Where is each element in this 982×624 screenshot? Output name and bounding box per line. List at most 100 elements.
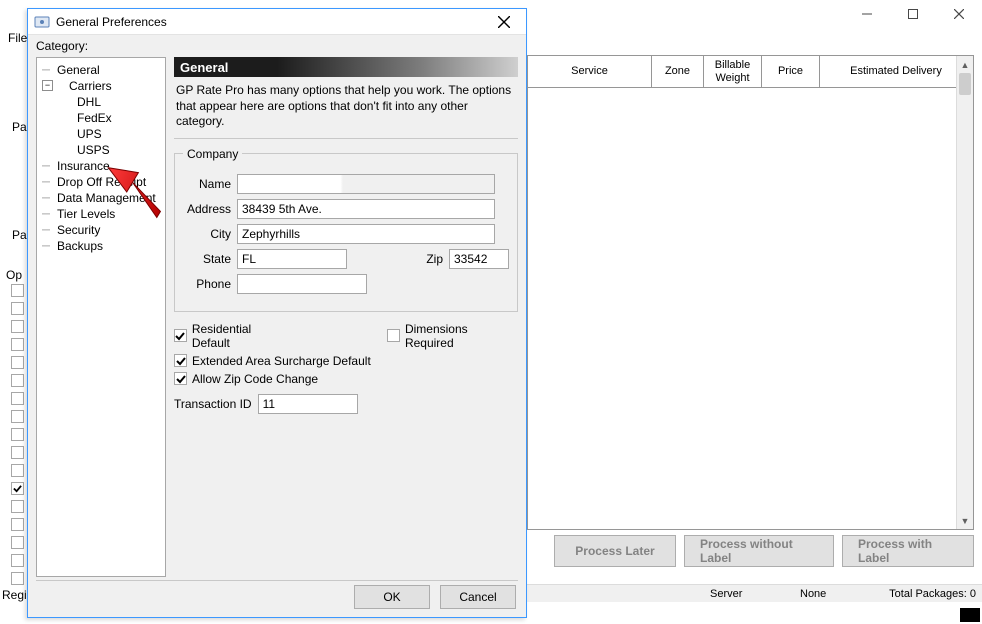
tree-item-security[interactable]: ····Security [39,222,163,238]
checkbox-allow-zip[interactable] [174,372,187,385]
tree-item-fedex[interactable]: FedEx [39,110,163,126]
truncated-label-regi: Regi [2,588,27,602]
option-checkbox-3[interactable] [11,338,24,351]
minimize-button[interactable] [844,0,890,28]
main-close-button[interactable] [936,0,982,28]
status-server-value: None [800,588,826,600]
tree-item-tier-levels[interactable]: ····Tier Levels [39,206,163,222]
footer-black-block [960,608,980,622]
option-checkbox-5[interactable] [11,374,24,387]
th-service[interactable]: Service [528,56,652,88]
phone-label: Phone [183,277,231,291]
tree-item-general[interactable]: ····General [39,62,163,78]
process-with-label-button[interactable]: Process with Label [842,535,974,567]
label-extended-area: Extended Area Surcharge Default [192,354,371,368]
dialog-bottom-separator [36,580,518,581]
category-tree: ····General − Carriers DHL FedEx UPS USP… [36,57,166,577]
option-checkbox-6[interactable] [11,392,24,405]
company-fieldset: Company Name Address City State Zip Phon… [174,147,518,312]
option-checkbox-0[interactable] [11,284,24,297]
zip-field[interactable] [449,249,509,269]
option-checkbox-10[interactable] [11,464,24,477]
label-dimensions-required: Dimensions Required [405,322,518,350]
option-checkbox-16[interactable] [11,572,24,585]
tree-item-carriers[interactable]: − Carriers [39,78,163,94]
window-controls [844,0,982,28]
ok-button[interactable]: OK [354,585,430,609]
dialog-close-button[interactable] [488,11,520,33]
scroll-thumb[interactable] [959,73,971,95]
transaction-id-row: Transaction ID [174,394,518,414]
tree-item-backups[interactable]: ····Backups [39,238,163,254]
table-scrollbar[interactable]: ▲ ▼ [956,56,973,529]
process-without-label-button[interactable]: Process without Label [684,535,834,567]
tree-item-insurance[interactable]: ····Insurance [39,158,163,174]
tree-item-dhl[interactable]: DHL [39,94,163,110]
checkbox-residential-default[interactable] [174,329,187,342]
action-button-row: Process Later Process without Label Proc… [555,535,974,569]
truncated-label-pa-2: Pa [12,228,27,242]
th-zone[interactable]: Zone [652,56,704,88]
th-estimated-delivery[interactable]: Estimated Delivery [820,56,973,88]
status-total-packages-label: Total Packages: [889,588,967,600]
category-label: Category: [36,39,518,53]
dialog-titlebar: General Preferences [28,9,526,35]
options-checkbox-column [11,284,24,585]
status-total-packages-value: 0 [970,588,976,600]
company-legend: Company [183,147,242,161]
address-label: Address [183,202,231,216]
th-price[interactable]: Price [762,56,820,88]
cancel-button[interactable]: Cancel [440,585,516,609]
section-description: GP Rate Pro has many options that help y… [176,83,516,130]
transaction-id-label: Transaction ID [174,397,252,411]
tree-item-data-management[interactable]: ····Data Management [39,190,163,206]
option-checkbox-15[interactable] [11,554,24,567]
dialog-button-row: OK Cancel [354,585,516,609]
dialog-title: General Preferences [56,15,488,29]
zip-label: Zip [395,252,443,266]
scroll-up-icon[interactable]: ▲ [957,56,973,73]
tree-item-ups[interactable]: UPS [39,126,163,142]
option-checkbox-2[interactable] [11,320,24,333]
address-field[interactable] [237,199,495,219]
app-root: File Pa Pa Op Regi Service Zone Billable… [0,0,982,624]
process-later-button[interactable]: Process Later [554,535,676,567]
label-allow-zip: Allow Zip Code Change [192,372,318,386]
tree-item-drop-off-receipt[interactable]: ····Drop Off Receipt [39,174,163,190]
maximize-button[interactable] [890,0,936,28]
checkbox-dimensions-required[interactable] [387,329,400,342]
divider [174,138,518,139]
option-checkbox-8[interactable] [11,428,24,441]
option-checkbox-14[interactable] [11,536,24,549]
option-checkbox-12[interactable] [11,500,24,513]
status-bar: Server None Total Packages: 0 [520,584,982,602]
option-checkbox-7[interactable] [11,410,24,423]
general-preferences-dialog: General Preferences Category: ····Genera… [27,8,527,618]
state-field[interactable] [237,249,347,269]
tree-item-usps[interactable]: USPS [39,142,163,158]
row-residential-default: Residential Default Dimensions Required [174,322,518,350]
rates-table: Service Zone Billable Weight Price Estim… [527,55,974,530]
truncated-label-op: Op [6,268,22,282]
transaction-id-field[interactable] [258,394,358,414]
phone-field[interactable] [237,274,367,294]
row-allow-zip: Allow Zip Code Change [174,372,518,386]
state-label: State [183,252,231,266]
city-label: City [183,227,231,241]
scroll-down-icon[interactable]: ▼ [957,512,973,529]
dialog-body: Category: ····General − Carriers DHL Fed… [36,39,518,577]
name-field[interactable] [237,174,495,194]
option-checkbox-1[interactable] [11,302,24,315]
option-checkbox-4[interactable] [11,356,24,369]
option-checkbox-9[interactable] [11,446,24,459]
city-field[interactable] [237,224,495,244]
option-checkbox-13[interactable] [11,518,24,531]
row-extended-area: Extended Area Surcharge Default [174,354,518,368]
option-checkbox-11[interactable] [11,482,24,495]
truncated-label-pa-1: Pa [12,120,27,134]
section-header: General [174,57,518,77]
tree-expander-icon[interactable]: − [42,80,53,91]
th-billable-weight[interactable]: Billable Weight [704,56,762,88]
label-residential-default: Residential Default [192,322,291,350]
checkbox-extended-area[interactable] [174,354,187,367]
